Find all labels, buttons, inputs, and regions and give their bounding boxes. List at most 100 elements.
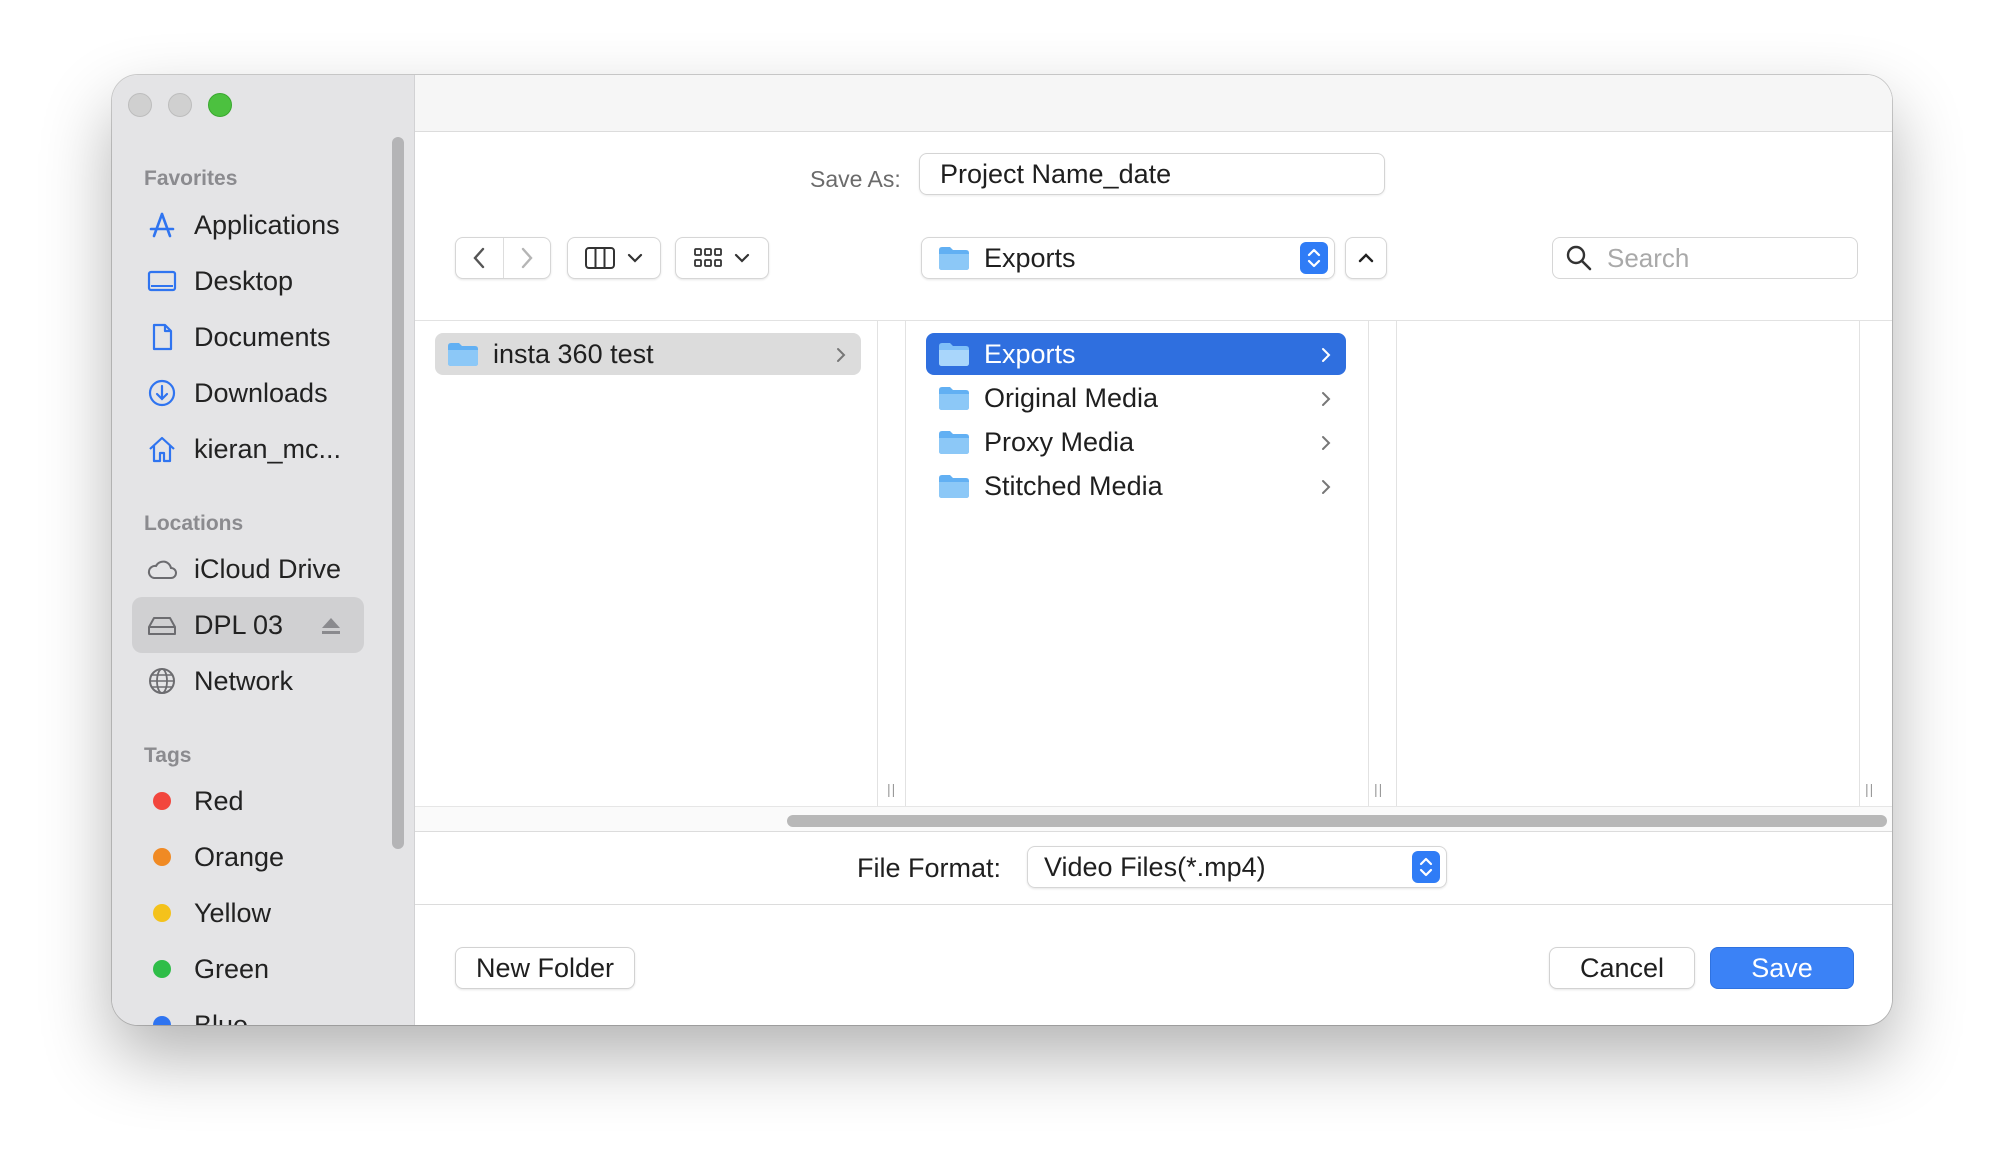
main-panel: Save As: Project Name_date Exports Searc… [415,75,1892,1025]
chevron-right-icon [1320,474,1332,505]
column-resize-handle[interactable]: || [887,781,896,797]
sidebar-item-dpl03[interactable]: DPL 03 [132,597,364,653]
chevron-right-icon [521,247,533,269]
tag-dot-icon [146,897,178,929]
view-mode-button[interactable] [567,237,661,279]
collapse-button[interactable] [1345,237,1387,279]
location-popup[interactable]: Exports [921,237,1335,279]
location-popup-label: Exports [984,242,1076,273]
cloud-icon [146,553,178,585]
save-dialog-window: Favorites Applications Desktop Documents… [112,75,1892,1025]
globe-icon [146,665,178,697]
new-folder-button[interactable]: New Folder [455,947,635,989]
folder-row[interactable]: Proxy Media [926,421,1346,463]
close-window-button[interactable] [128,93,152,117]
favorites-heading: Favorites [144,167,238,190]
sidebar-item-applications[interactable]: Applications [132,197,364,253]
title-bar [415,75,1892,132]
folder-row-label: insta 360 test [493,338,654,369]
tags-heading: Tags [144,744,192,767]
sidebar-item-label: iCloud Drive [194,553,342,584]
cancel-button[interactable]: Cancel [1549,947,1695,989]
popup-stepper-icon [1412,851,1440,883]
column-resize-handle[interactable]: || [1865,781,1874,797]
folder-row-label: Stitched Media [984,470,1163,501]
sidebar-item-desktop[interactable]: Desktop [132,253,364,309]
folder-icon [447,341,479,367]
folder-icon [938,473,970,499]
chevron-right-icon [1320,342,1332,373]
save-as-label: Save As: [810,166,901,192]
sidebar: Favorites Applications Desktop Documents… [112,75,415,1025]
sidebar-item-icloud[interactable]: iCloud Drive [132,541,364,597]
folder-row-label: Original Media [984,382,1159,413]
browser-column-3 [1397,321,1859,807]
browser-column-1: insta 360 test || [415,321,895,807]
horizontal-scrollbar[interactable] [415,806,1892,831]
minimize-window-button[interactable] [168,93,192,117]
sidebar-item-label: Red [194,785,244,816]
sidebar-item-documents[interactable]: Documents [132,309,364,365]
sidebar-item-tag-yellow[interactable]: Yellow [132,885,364,941]
sidebar-scrollbar[interactable] [392,137,404,849]
columns-view-icon [585,247,615,269]
sidebar-item-downloads[interactable]: Downloads [132,365,364,421]
locations-heading: Locations [144,512,244,535]
sidebar-item-label: Green [194,953,270,984]
chevron-down-icon [627,253,643,263]
grid-icon [694,248,722,267]
sidebar-item-label: Blue [194,1009,249,1026]
folder-row[interactable]: Original Media [926,377,1346,419]
sidebar-item-label: Applications [194,209,340,240]
search-field[interactable]: Search [1552,237,1858,279]
column-divider [1859,321,1860,807]
sidebar-item-label: Orange [194,841,285,872]
file-format-value: Video Files(*.mp4) [1044,851,1266,882]
sidebar-item-tag-blue[interactable]: Blue [132,997,364,1025]
download-icon [146,377,178,409]
folder-icon [938,245,970,271]
folder-icon [938,385,970,411]
sidebar-item-label: Yellow [194,897,272,928]
save-as-field[interactable]: Project Name_date [919,153,1385,195]
sidebar-item-label: Desktop [194,265,294,296]
sidebar-item-label: DPL 03 [194,609,284,640]
chevron-up-icon [1358,253,1374,263]
browser-column-2: Exports Original Media Proxy Media Stitc… [906,321,1368,807]
sidebar-item-label: kieran_mc... [194,433,342,464]
group-by-button[interactable] [675,237,769,279]
chevron-down-icon [734,253,750,263]
chevron-right-icon [1320,430,1332,461]
sidebar-item-home[interactable]: kieran_mc... [132,421,364,477]
popup-stepper-icon [1300,242,1328,274]
file-format-bar: File Format: Video Files(*.mp4) [415,831,1892,905]
folder-row[interactable]: insta 360 test [435,333,861,375]
tag-dot-icon [146,785,178,817]
file-format-popup[interactable]: Video Files(*.mp4) [1027,846,1447,888]
folder-row-label: Proxy Media [984,426,1135,457]
sidebar-item-label: Documents [194,321,331,352]
save-button[interactable]: Save [1710,947,1854,989]
horizontal-scroll-thumb[interactable] [787,815,1887,827]
forward-button[interactable] [502,238,551,278]
search-placeholder: Search [1607,242,1690,273]
eject-icon[interactable] [320,613,342,635]
folder-row[interactable]: Exports [926,333,1346,375]
back-forward-group [455,237,551,279]
chevron-right-icon [835,342,847,373]
home-icon [146,433,178,465]
column-divider [1368,321,1369,807]
folder-icon [938,341,970,367]
sidebar-item-tag-green[interactable]: Green [132,941,364,997]
sidebar-item-network[interactable]: Network [132,653,364,709]
sidebar-item-tag-red[interactable]: Red [132,773,364,829]
column-browser: insta 360 test || Exports Original Media… [415,320,1892,807]
applications-icon [146,209,178,241]
folder-row[interactable]: Stitched Media [926,465,1346,507]
tag-dot-icon [146,953,178,985]
file-format-label: File Format: [857,853,1002,883]
zoom-window-button[interactable] [208,93,232,117]
column-resize-handle[interactable]: || [1374,781,1383,797]
sidebar-item-tag-orange[interactable]: Orange [132,829,364,885]
back-button[interactable] [456,238,503,278]
